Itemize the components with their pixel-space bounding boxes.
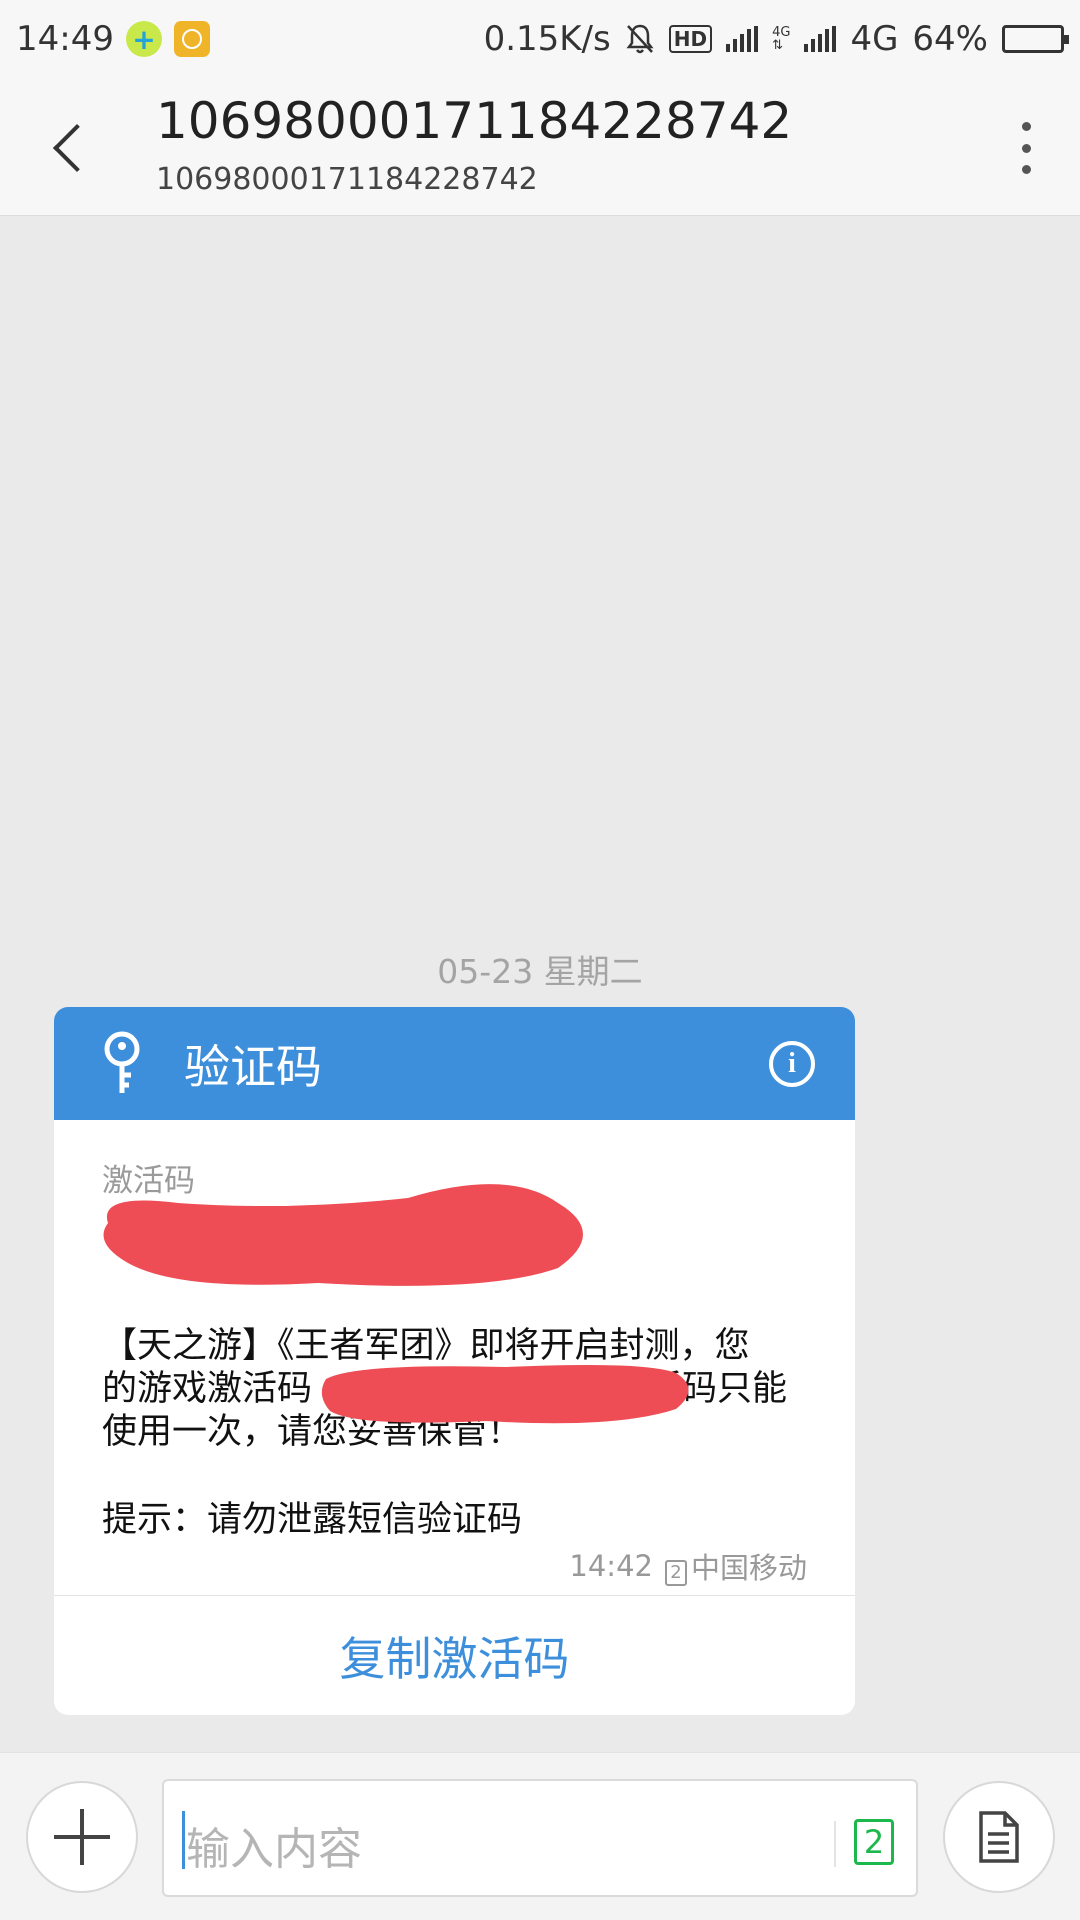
signal-icon xyxy=(726,26,759,52)
battery-percent: 64% xyxy=(912,19,988,59)
carrier-name: 中国移动 xyxy=(690,1551,807,1585)
back-button[interactable] xyxy=(40,108,102,188)
sim-badge-icon: 2 xyxy=(664,1559,687,1586)
conversation-header: 1069800017118422874​2 106980001711842287… xyxy=(0,78,1080,216)
battery-icon xyxy=(1002,25,1069,53)
status-bar: 14:49 + 0.15K/s HD 4G ⇅ 4G 64% xyxy=(0,0,1080,78)
redaction-mark xyxy=(103,1184,583,1286)
app-notification-icon xyxy=(173,21,210,57)
copy-activation-code-button[interactable]: 复制激活码 xyxy=(54,1596,855,1715)
status-time: 14:49 xyxy=(16,19,114,59)
verification-code-card: 验证码 i 激活码 【天之游】《王者军团》即将开启封测，您 的游戏激活码 激活码只… xyxy=(54,1007,855,1715)
signal-icon-2 xyxy=(804,26,837,52)
message-tip: 提示：请勿泄露短信验证码 xyxy=(102,1500,523,1540)
network-type: 4G xyxy=(850,19,899,59)
contact-title: 1069800017118422874​2 xyxy=(156,92,793,150)
plus-notification-icon: + xyxy=(125,21,162,57)
message-meta: 14:42 2 中国移动 xyxy=(569,1545,807,1587)
message-text: 的游戏激活码 xyxy=(102,1369,313,1409)
card-header: 验证码 i xyxy=(54,1007,855,1120)
date-separator: 05-23 星期二 xyxy=(437,952,643,991)
divider xyxy=(834,1821,836,1867)
data-arrows-icon: ⇅ xyxy=(772,38,783,53)
card-title: 验证码 xyxy=(184,1039,322,1094)
bell-muted-icon xyxy=(626,24,654,54)
sim-selector-button[interactable]: 2 xyxy=(854,1819,894,1865)
template-button[interactable] xyxy=(943,1781,1055,1893)
text-caret xyxy=(182,1811,185,1869)
input-placeholder: 输入内容 xyxy=(186,1824,362,1875)
info-icon[interactable]: i xyxy=(769,1040,815,1087)
more-options-button[interactable] xyxy=(1006,118,1046,178)
contact-number: 10698000171184228742 xyxy=(156,162,538,197)
add-attachment-button[interactable] xyxy=(26,1781,138,1893)
message-time: 14:42 xyxy=(569,1549,653,1583)
redaction-mark xyxy=(321,1365,689,1424)
net-speed: 0.15K/s xyxy=(483,19,611,59)
dot-icon xyxy=(1021,143,1031,153)
document-icon xyxy=(979,1811,1019,1863)
network-small-label: 4G ⇅ xyxy=(772,26,790,52)
dot-icon xyxy=(1021,165,1031,174)
composer-bar: 输入内容 2 xyxy=(0,1752,1080,1920)
sim-info: 2 中国移动 xyxy=(664,1545,807,1587)
plus-icon xyxy=(54,1809,110,1865)
dot-icon xyxy=(1021,122,1031,131)
hd-badge: HD xyxy=(668,25,713,53)
message-input[interactable]: 输入内容 2 xyxy=(162,1779,918,1897)
back-arrow-icon xyxy=(52,123,102,173)
key-icon xyxy=(104,1031,140,1093)
